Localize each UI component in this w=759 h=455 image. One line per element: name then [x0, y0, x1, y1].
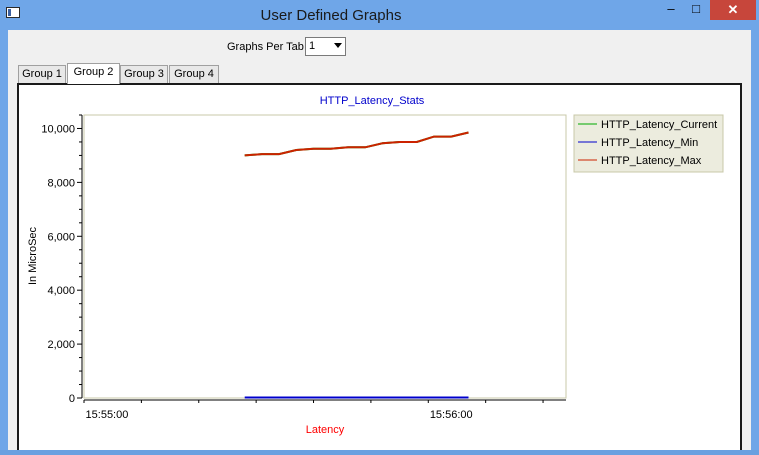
window-title: User Defined Graphs — [260, 7, 402, 24]
x-tick-label: 15:55:00 — [86, 409, 129, 421]
graphs-per-tab-value: 1 — [309, 40, 316, 52]
title-bar[interactable]: User Defined Graphs – □ ✕ — [0, 0, 759, 30]
legend-entry-label: HTTP_Latency_Max — [601, 155, 702, 167]
y-tick-label: 6,000 — [47, 231, 75, 243]
chart-container: HTTP_Latency_Stats 0 2,000 4,000 6,000 8,000… — [19, 85, 740, 450]
y-tick-label: 8,000 — [47, 177, 75, 189]
app-window: User Defined Graphs – □ ✕ Graphs Per Tab… — [0, 0, 759, 450]
graphs-per-tab-select[interactable]: 1 — [305, 37, 346, 56]
x-axis-label: Latency — [306, 424, 345, 436]
y-tick-label: 0 — [69, 393, 75, 405]
y-tick-label: 2,000 — [47, 339, 75, 351]
chart-title: HTTP_Latency_Stats — [320, 95, 425, 107]
y-tick-label: 10,000 — [41, 123, 75, 135]
y-axis-label: In MicroSec — [27, 226, 39, 285]
tab-content-panel: HTTP_Latency_Stats 0 2,000 4,000 6,000 8,000… — [17, 83, 742, 450]
y-axis: 0 2,000 4,000 6,000 8,000 10,000 — [41, 114, 83, 405]
legend-entry-label: HTTP_Latency_Current — [601, 119, 717, 131]
legend-entry-label: HTTP_Latency_Min — [601, 137, 698, 149]
graphs-per-tab-label: Graphs Per Tab — [227, 41, 304, 53]
chevron-down-icon[interactable] — [334, 43, 342, 48]
chart-legend[interactable]: HTTP_Latency_Current HTTP_Latency_Min HTTP… — [573, 114, 724, 173]
x-tick-label: 15:56:00 — [430, 409, 473, 421]
tab-group-1[interactable]: Group 1 — [18, 65, 66, 83]
tab-group-2[interactable]: Group 2 — [67, 63, 120, 84]
minimize-button[interactable]: – — [660, 0, 682, 20]
client-area: Graphs Per Tab 1 Group 1 Group 2 Group 3… — [8, 30, 751, 450]
line-chart[interactable]: HTTP_Latency_Stats 0 2,000 4,000 6,000 8,000… — [19, 85, 740, 450]
plot-area — [83, 114, 567, 399]
x-axis: 15:55:00 15:56:00 — [83, 399, 566, 421]
close-button[interactable]: ✕ — [710, 0, 756, 20]
tab-group-4[interactable]: Group 4 — [169, 65, 219, 83]
tab-group-3[interactable]: Group 3 — [120, 65, 168, 83]
maximize-button[interactable]: □ — [685, 0, 707, 20]
y-tick-label: 4,000 — [47, 285, 75, 297]
